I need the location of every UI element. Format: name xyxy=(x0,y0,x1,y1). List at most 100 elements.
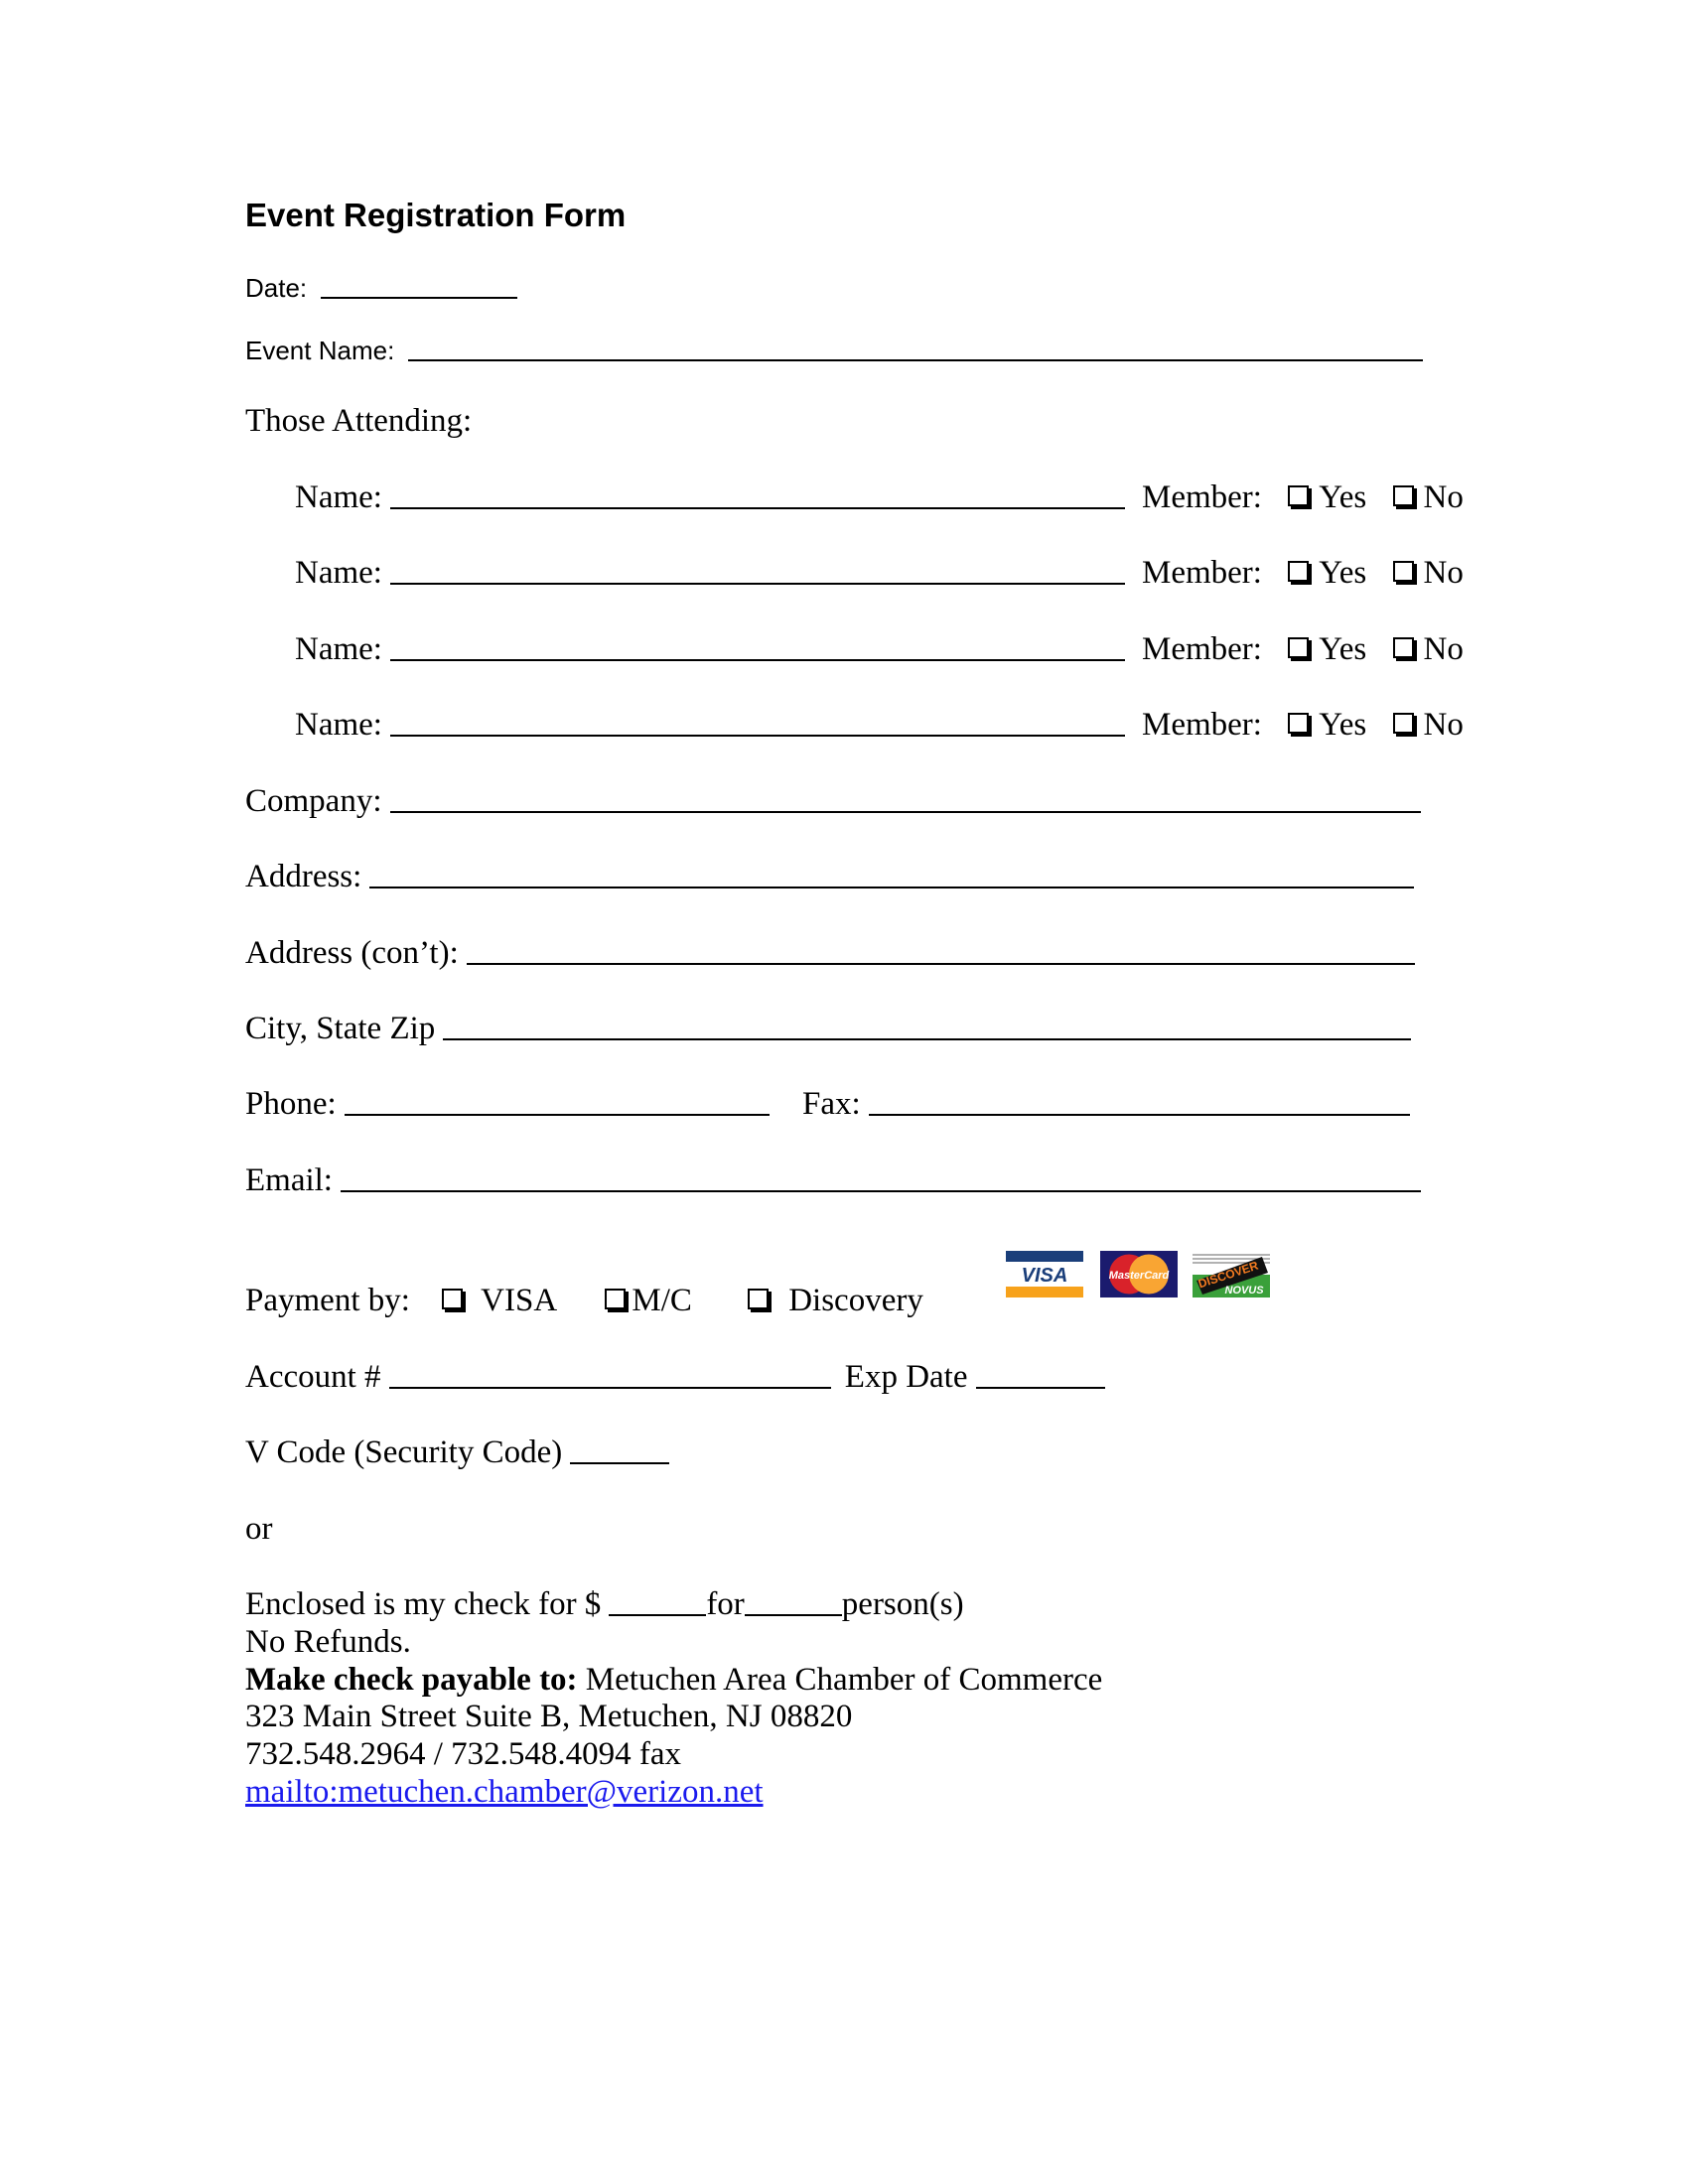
checkbox-icon[interactable] xyxy=(1288,637,1310,658)
member-group: Member: Yes No xyxy=(1142,481,1464,514)
payment-option-visa[interactable]: VISA xyxy=(442,1285,557,1317)
attendee-name-label: Name: xyxy=(295,479,382,515)
attendee-name-label: Name: xyxy=(295,707,382,743)
member-no-label: No xyxy=(1423,631,1464,667)
attendee-name-field[interactable] xyxy=(389,735,1125,737)
company-row: Company: xyxy=(245,785,1421,818)
checkbox-icon[interactable] xyxy=(605,1289,627,1309)
payment-row: Payment by: VISA M/C Discovery xyxy=(245,1285,923,1317)
member-label: Member: xyxy=(1142,631,1262,667)
checkbox-icon[interactable] xyxy=(748,1289,770,1309)
member-group: Member: Yes No xyxy=(1142,633,1464,666)
address-cont-label: Address (con’t): xyxy=(245,935,459,971)
visa-logo-text: VISA xyxy=(1022,1265,1068,1287)
payment-label: Payment by: xyxy=(245,1283,410,1318)
account-row: Account # Exp Date xyxy=(245,1361,1105,1394)
member-no-label: No xyxy=(1423,707,1464,743)
member-no-option[interactable]: No xyxy=(1392,555,1464,591)
phone-label: Phone: xyxy=(245,1086,337,1122)
member-yes-label: Yes xyxy=(1319,631,1367,667)
check-amount-field[interactable] xyxy=(609,1614,707,1616)
member-yes-label: Yes xyxy=(1319,479,1367,515)
payment-option-label: VISA xyxy=(481,1283,558,1318)
check-persons-field[interactable] xyxy=(744,1614,842,1616)
city-state-zip-row: City, State Zip xyxy=(245,1013,1412,1045)
exp-date-label: Exp Date xyxy=(844,1359,968,1395)
discover-novus-logo-icon: DISCOVER NOVUS xyxy=(1193,1251,1270,1297)
email-row: Email: xyxy=(245,1164,1421,1197)
event-name-field[interactable] xyxy=(408,359,1424,361)
member-yes-option[interactable]: Yes xyxy=(1288,481,1366,514)
city-state-zip-field[interactable] xyxy=(443,1038,1412,1040)
attendee-name-field[interactable] xyxy=(389,583,1125,585)
attendee-row-1: Name: Member: Yes No xyxy=(295,481,1486,514)
payment-option-mc[interactable]: M/C xyxy=(605,1285,692,1317)
payment-option-label: M/C xyxy=(632,1283,692,1318)
checkbox-icon[interactable] xyxy=(1392,637,1414,658)
email-link[interactable]: mailto:metuchen.chamber@verizon.net xyxy=(245,1776,764,1809)
checkbox-icon[interactable] xyxy=(1392,713,1414,734)
checkbox-icon[interactable] xyxy=(1288,713,1310,734)
checkbox-icon[interactable] xyxy=(1392,561,1414,582)
attendee-name-label: Name: xyxy=(295,631,382,667)
fax-row: Fax: xyxy=(802,1088,1410,1121)
attendee-name-field[interactable] xyxy=(389,507,1125,509)
member-yes-option[interactable]: Yes xyxy=(1288,633,1366,666)
contact-phones: 732.548.2964 / 732.548.4094 fax xyxy=(245,1736,682,1772)
checkbox-icon[interactable] xyxy=(442,1289,464,1309)
company-label: Company: xyxy=(245,783,382,819)
fax-label: Fax: xyxy=(802,1086,861,1122)
novus-logo-text: NOVUS xyxy=(1224,1285,1264,1297)
check-for-label: for xyxy=(706,1586,745,1622)
member-group: Member: Yes No xyxy=(1142,557,1464,590)
address-cont-field[interactable] xyxy=(466,963,1415,965)
member-no-option[interactable]: No xyxy=(1392,631,1464,667)
vcode-label: V Code (Security Code) xyxy=(245,1434,563,1470)
account-label: Account # xyxy=(245,1359,381,1395)
payment-option-discovery[interactable]: Discovery xyxy=(748,1285,923,1317)
payable-name: Metuchen Area Chamber of Commerce xyxy=(585,1662,1103,1698)
attendee-name-field[interactable] xyxy=(389,659,1125,661)
member-yes-option[interactable]: Yes xyxy=(1288,709,1366,742)
member-no-option[interactable]: No xyxy=(1392,479,1464,515)
account-number-field[interactable] xyxy=(388,1387,831,1389)
member-no-label: No xyxy=(1423,479,1464,515)
checkbox-icon[interactable] xyxy=(1288,485,1310,506)
member-group: Member: Yes No xyxy=(1142,709,1464,742)
mastercard-logo-text: MasterCard xyxy=(1109,1270,1170,1282)
mastercard-logo-icon: MasterCard xyxy=(1100,1251,1178,1297)
company-field[interactable] xyxy=(389,811,1421,813)
address-cont-row: Address (con’t): xyxy=(245,937,1415,970)
attendee-name-label: Name: xyxy=(295,555,382,591)
member-yes-label: Yes xyxy=(1319,707,1367,743)
attendee-row-3: Name: Member: Yes No xyxy=(295,633,1486,666)
email-label: Email: xyxy=(245,1162,333,1198)
fax-field[interactable] xyxy=(868,1114,1410,1116)
check-persons-label: person(s) xyxy=(841,1586,964,1622)
visa-logo-icon: VISA xyxy=(1006,1251,1083,1297)
member-label: Member: xyxy=(1142,479,1262,515)
vcode-field[interactable] xyxy=(570,1462,670,1464)
check-prefix-label: Enclosed is my check for $ xyxy=(245,1586,602,1622)
email-field[interactable] xyxy=(340,1190,1421,1192)
address-label: Address: xyxy=(245,859,362,894)
address-field[interactable] xyxy=(369,887,1415,888)
checkbox-icon[interactable] xyxy=(1392,485,1414,506)
payable-label: Make check payable to: xyxy=(245,1662,578,1698)
event-name-label: Event Name: xyxy=(245,336,395,365)
member-yes-label: Yes xyxy=(1319,555,1367,591)
exp-date-field[interactable] xyxy=(975,1387,1105,1389)
date-field[interactable] xyxy=(321,297,518,299)
member-no-option[interactable]: No xyxy=(1392,707,1464,743)
attendee-row-2: Name: Member: Yes No xyxy=(295,557,1486,590)
payable-row: Make check payable to: Metuchen Area Cha… xyxy=(245,1664,1102,1697)
vcode-row: V Code (Security Code) xyxy=(245,1434,670,1470)
or-label: or xyxy=(245,1511,273,1547)
member-yes-option[interactable]: Yes xyxy=(1288,557,1366,590)
phone-field[interactable] xyxy=(344,1114,770,1116)
member-label: Member: xyxy=(1142,707,1262,743)
mailing-address: 323 Main Street Suite B, Metuchen, NJ 08… xyxy=(245,1699,853,1734)
attending-label: Those Attending: xyxy=(245,403,473,439)
checkbox-icon[interactable] xyxy=(1288,561,1310,582)
member-no-label: No xyxy=(1423,555,1464,591)
